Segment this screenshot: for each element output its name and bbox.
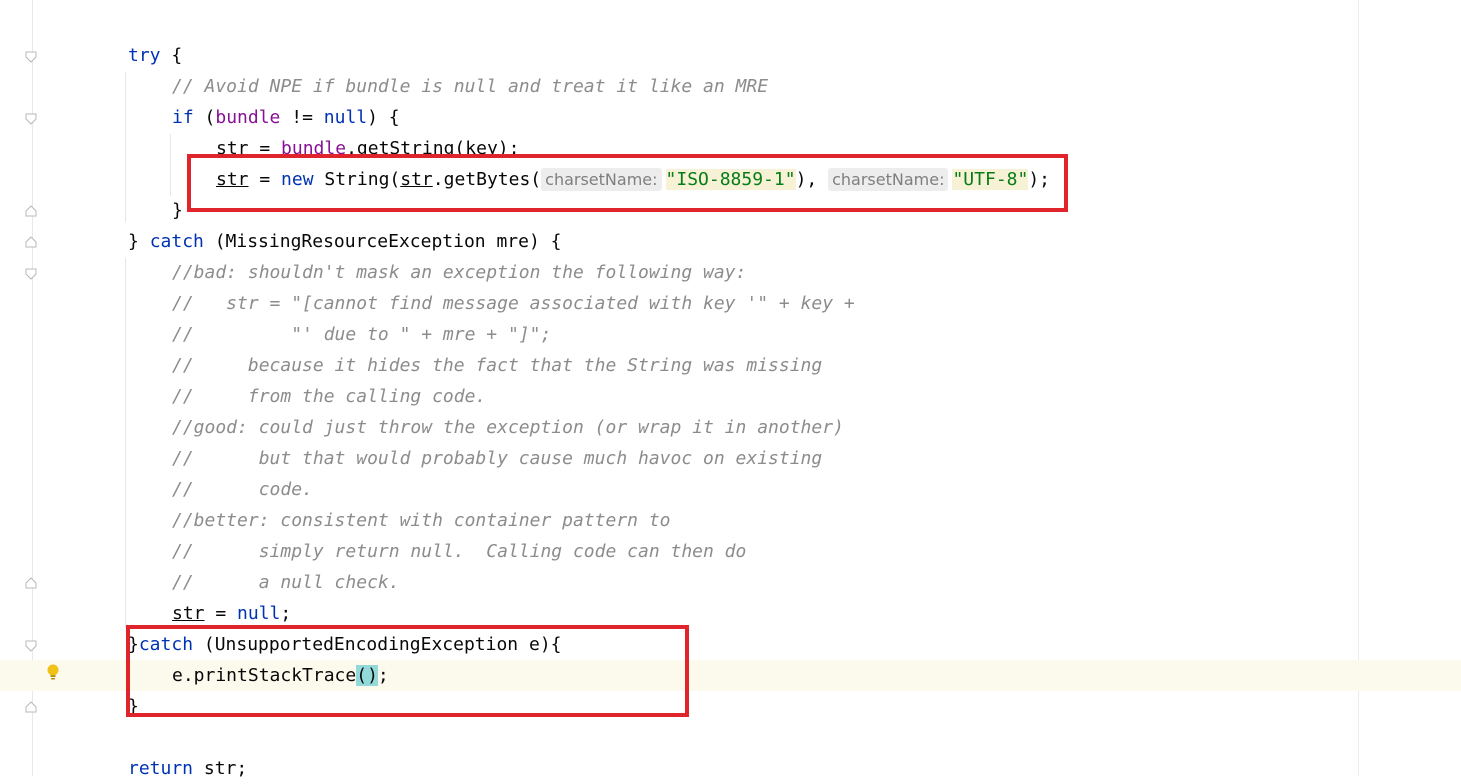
keyword-token: if — [172, 107, 194, 128]
fold-end-icon[interactable] — [25, 701, 37, 713]
annotation-box — [126, 625, 689, 717]
fold-end-icon[interactable] — [25, 236, 37, 248]
code-line[interactable]: try { — [128, 40, 182, 71]
comment-token: // but that would probably cause much ha… — [172, 448, 823, 469]
code-line[interactable]: // str = "[cannot find message associate… — [172, 288, 855, 319]
comment-token: // Avoid NPE if bundle is null and treat… — [172, 76, 769, 97]
fold-collapse-icon[interactable] — [25, 51, 37, 63]
fold-collapse-icon[interactable] — [25, 640, 37, 652]
comment-token: //good: could just throw the exception (… — [172, 417, 844, 438]
code-line[interactable]: // "' due to " + mre + "]"; — [172, 319, 551, 350]
comment-token: //bad: shouldn't mask an exception the f… — [172, 262, 747, 283]
indent-guide — [125, 258, 126, 628]
code-token: ( — [193, 107, 216, 128]
code-line[interactable]: // because it hides the fact that the St… — [172, 350, 822, 381]
code-line[interactable]: //better: consistent with container patt… — [172, 505, 671, 536]
variable-token: str — [172, 603, 205, 624]
code-line[interactable]: if (bundle != null) { — [172, 102, 400, 133]
code-token: ) { — [367, 107, 400, 128]
code-token: { — [160, 45, 183, 66]
code-line[interactable]: return str; — [128, 753, 247, 784]
comment-token: // "' due to " + mre + "]"; — [172, 324, 552, 345]
comment-token: // simply return null. Calling code can … — [172, 541, 747, 562]
field-token: bundle — [215, 107, 281, 128]
code-line[interactable]: //bad: shouldn't mask an exception the f… — [172, 257, 746, 288]
code-line[interactable]: //good: could just throw the exception (… — [172, 412, 844, 443]
keyword-token: null — [237, 603, 281, 624]
indent-guide — [170, 134, 171, 196]
code-line[interactable]: } — [172, 195, 183, 226]
code-token: = — [204, 603, 238, 624]
code-line[interactable]: // from the calling code. — [172, 381, 486, 412]
fold-collapse-icon[interactable] — [25, 268, 37, 280]
code-line[interactable]: // code. — [172, 474, 313, 505]
code-token: (MissingResourceException mre) { — [203, 231, 562, 252]
code-token: ; — [280, 603, 292, 624]
keyword-token: try — [128, 45, 161, 66]
code-line[interactable]: // Avoid NPE if bundle is null and treat… — [172, 71, 768, 102]
comment-token: // str = "[cannot find message associate… — [172, 293, 855, 314]
lightbulb-icon[interactable] — [46, 663, 60, 683]
code-token: } — [128, 231, 150, 252]
code-token: } — [172, 200, 183, 221]
code-line[interactable]: // but that would probably cause much ha… — [172, 443, 822, 474]
fold-end-icon[interactable] — [25, 205, 37, 217]
code-line[interactable]: // simply return null. Calling code can … — [172, 536, 746, 567]
comment-token: // a null check. — [172, 572, 400, 593]
code-line[interactable]: // a null check. — [172, 567, 400, 598]
code-line[interactable]: } catch (MissingResourceException mre) { — [128, 226, 562, 257]
comment-token: // code. — [172, 479, 313, 500]
comment-token: // from the calling code. — [172, 386, 487, 407]
comment-token: //better: consistent with container patt… — [172, 510, 671, 531]
fold-end-icon[interactable] — [25, 577, 37, 589]
fold-collapse-icon[interactable] — [25, 113, 37, 125]
indent-guide — [125, 72, 126, 222]
code-token: != — [280, 107, 324, 128]
comment-token: // because it hides the fact that the St… — [172, 355, 823, 376]
keyword-token: catch — [149, 231, 204, 252]
annotation-box — [187, 154, 1068, 212]
keyword-token: null — [323, 107, 368, 128]
